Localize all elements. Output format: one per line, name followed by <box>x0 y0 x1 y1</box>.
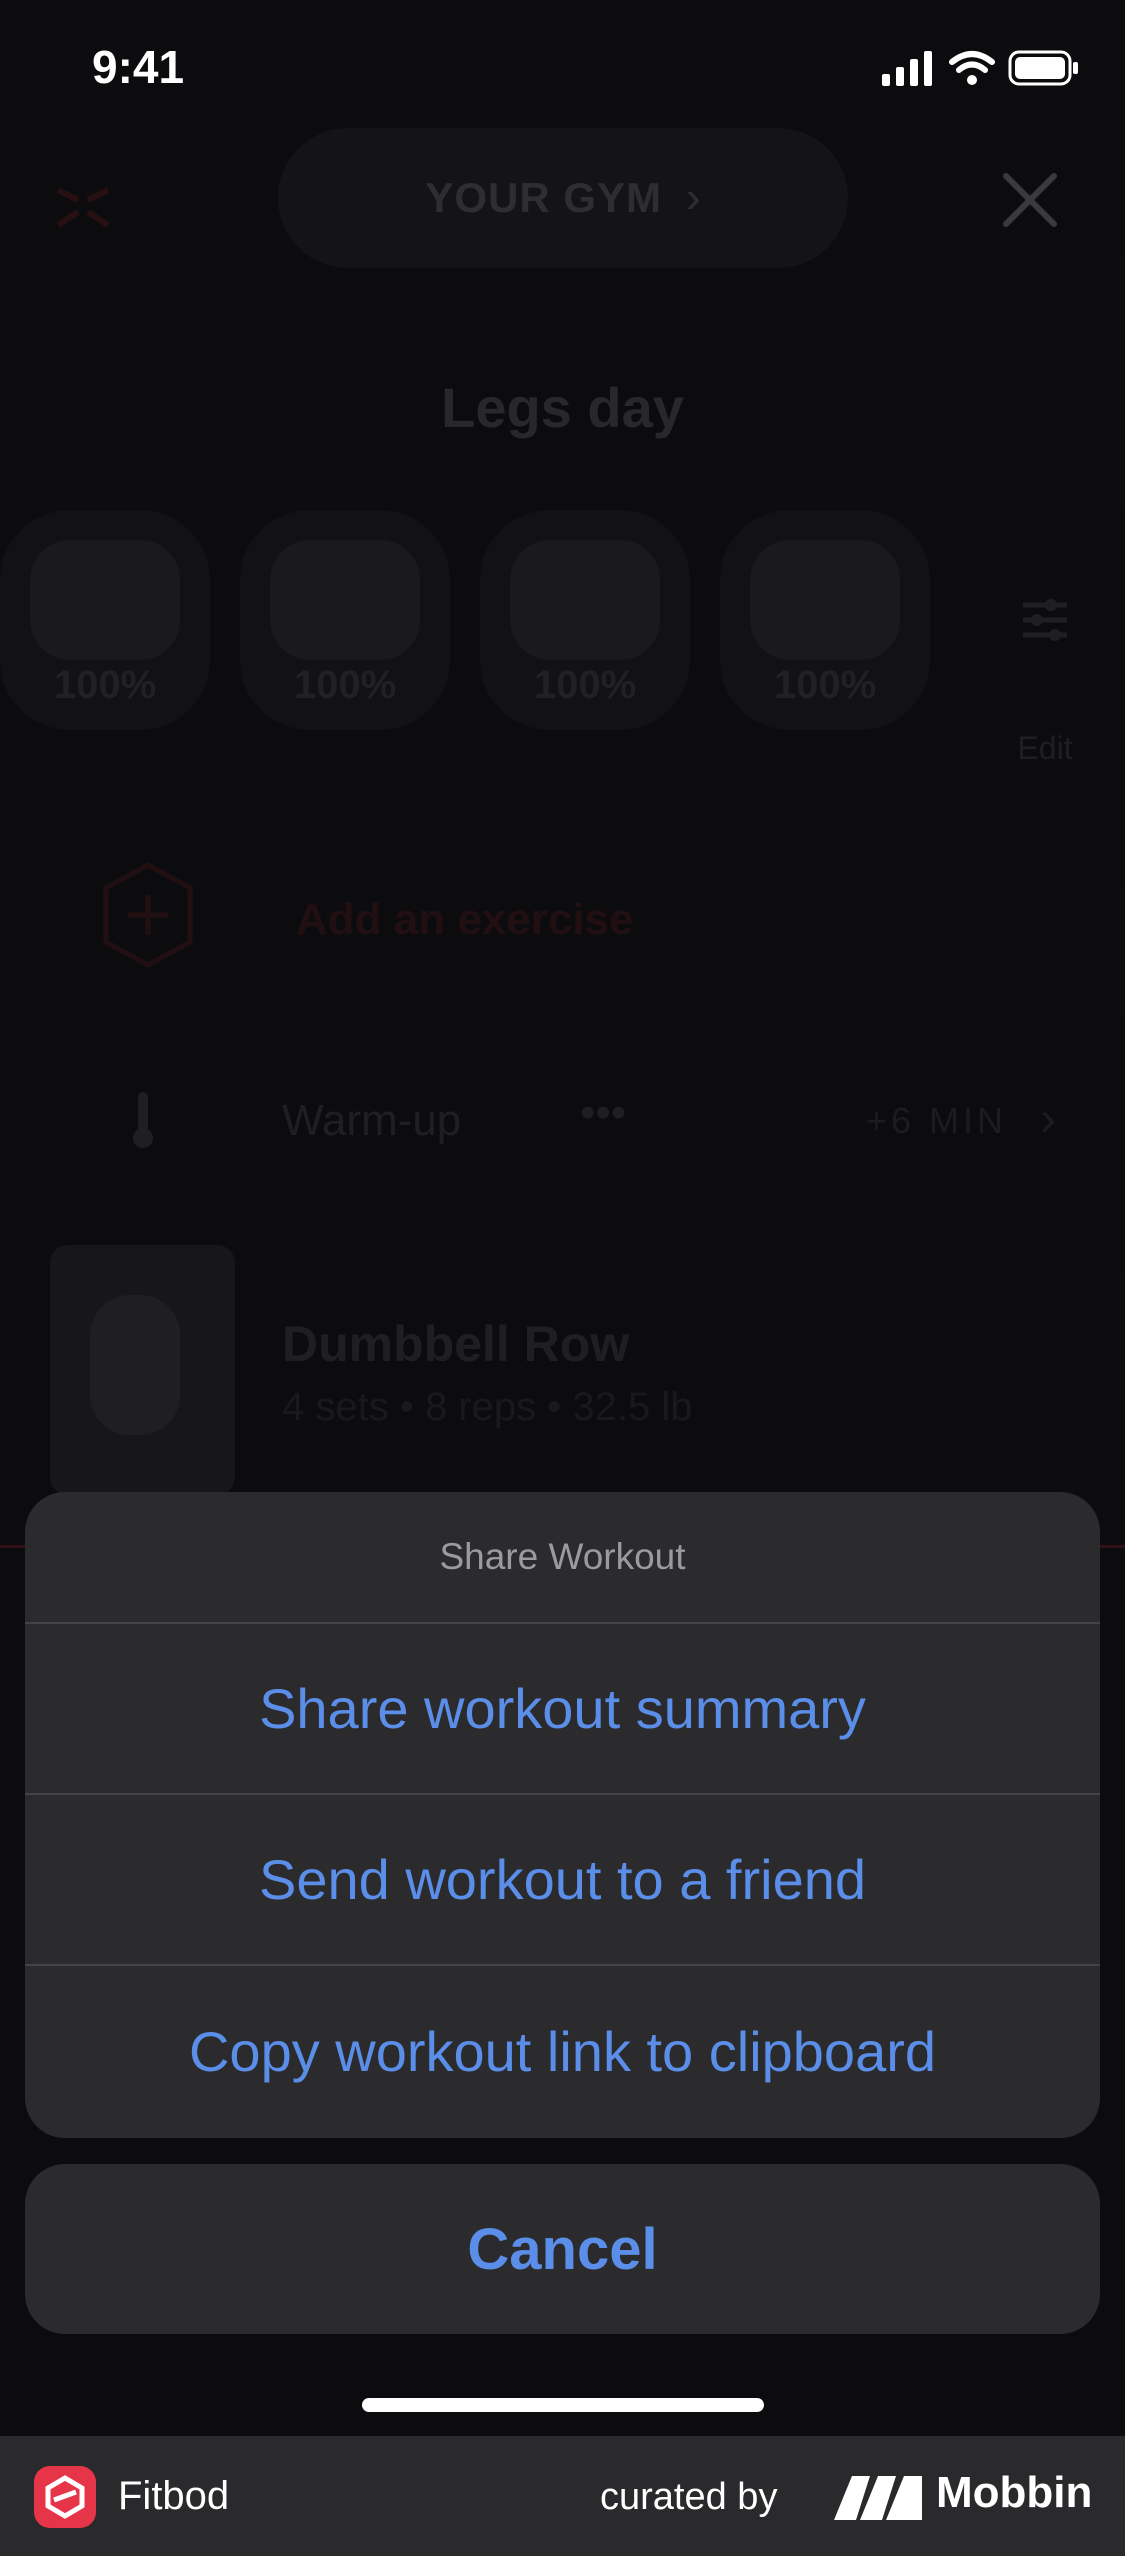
send-to-friend-button[interactable]: Send workout to a friend <box>25 1795 1100 1966</box>
footer-bar: Fitbod curated by Mobbin <box>0 2436 1125 2556</box>
signal-icon <box>882 51 932 86</box>
fitbod-hexagon-icon <box>45 2475 85 2519</box>
fitbod-logo-icon <box>34 2466 96 2528</box>
app-name: Fitbod <box>118 2474 230 2518</box>
status-bar: 9:41 <box>0 0 1125 130</box>
status-icons <box>882 50 1078 86</box>
wifi-icon <box>949 51 995 85</box>
copy-link-button[interactable]: Copy workout link to clipboard <box>25 1966 1100 2137</box>
mobbin-brand: Mobbin <box>936 2468 1093 2517</box>
cancel-button[interactable]: Cancel <box>25 2164 1100 2334</box>
home-indicator[interactable] <box>362 2398 764 2412</box>
mobbin-logo-icon <box>834 2476 922 2520</box>
battery-icon <box>1008 50 1078 86</box>
curated-by-label: curated by <box>600 2476 778 2518</box>
share-action-sheet: Share Workout Share workout summary Send… <box>25 1492 1100 2138</box>
status-time: 9:41 <box>92 41 185 93</box>
action-sheet-title: Share Workout <box>25 1492 1100 1624</box>
share-summary-button[interactable]: Share workout summary <box>25 1624 1100 1795</box>
